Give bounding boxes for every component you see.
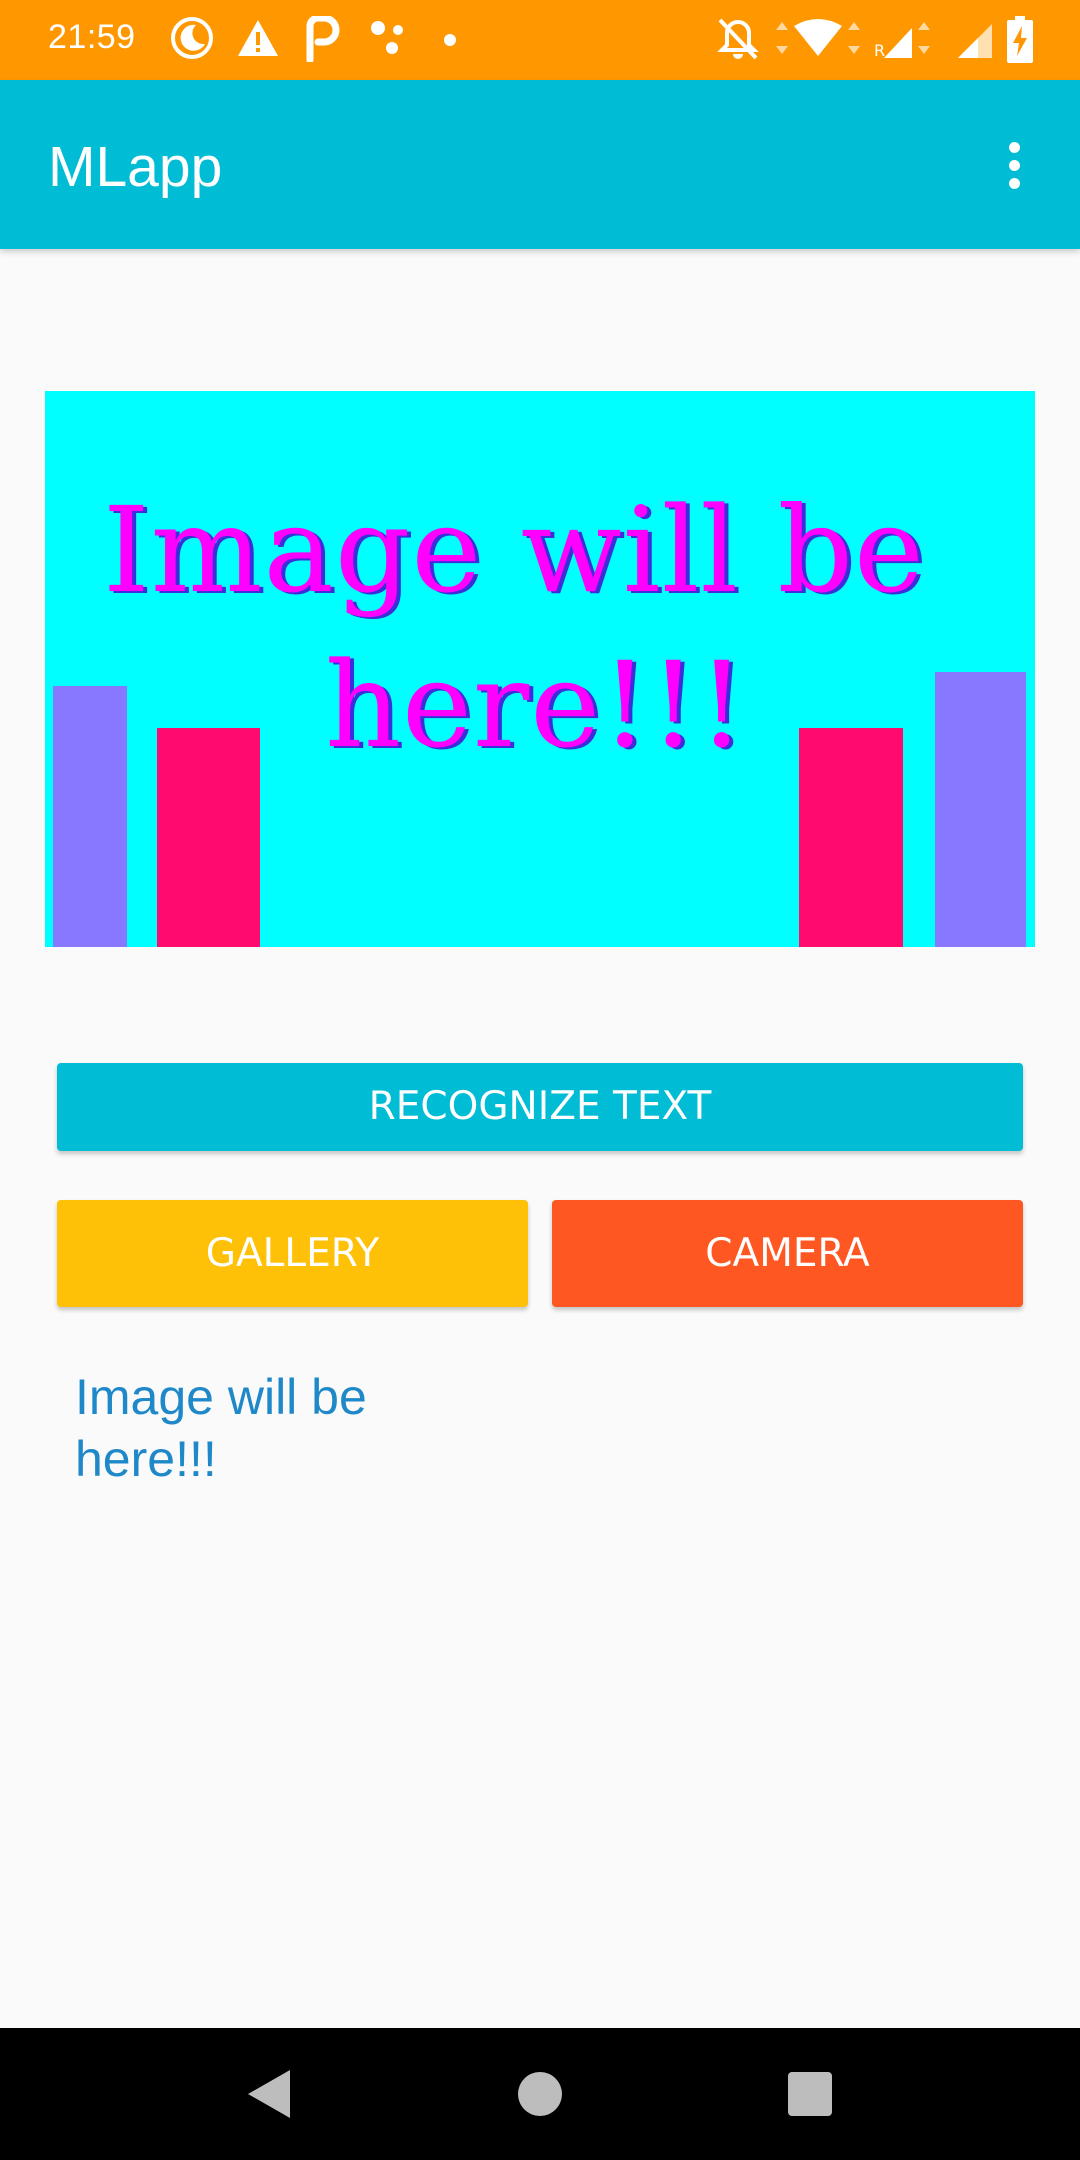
result-text: Image will be here!!! — [75, 1369, 367, 1487]
navigation-bar — [0, 2028, 1080, 2160]
gallery-button[interactable]: GALLERY — [57, 1200, 528, 1307]
dot-icon — [444, 34, 456, 46]
app-title: MLapp — [48, 135, 223, 199]
status-bar: 21:59 R — [0, 0, 1080, 80]
status-time: 21:59 — [48, 18, 136, 56]
preview-text-line2: here!!! — [325, 636, 747, 774]
preview-bar — [157, 728, 260, 947]
image-preview: Image will be here!!! — [45, 391, 1035, 947]
home-icon[interactable] — [510, 2064, 570, 2124]
bell-off-icon — [717, 18, 759, 60]
svg-text:R: R — [874, 41, 885, 60]
battery-charging-icon — [1007, 16, 1033, 63]
warning-icon — [238, 20, 278, 56]
back-icon[interactable] — [240, 2064, 300, 2124]
preview-text-line1: Image will be — [103, 481, 925, 619]
more-vert-icon[interactable] — [990, 130, 1038, 200]
parking-icon — [306, 16, 340, 62]
dots-icon — [371, 21, 403, 54]
preview-bar — [53, 686, 127, 947]
app-bar: MLapp — [0, 80, 1080, 249]
signal-icon — [958, 24, 992, 58]
moon-icon — [171, 17, 213, 59]
preview-bar — [935, 672, 1026, 947]
wifi-icon — [776, 19, 860, 56]
recents-icon[interactable] — [780, 2064, 840, 2124]
signal-roaming-icon: R — [874, 22, 930, 60]
preview-bar — [799, 728, 903, 947]
camera-button[interactable]: CAMERA — [552, 1200, 1023, 1307]
recognize-text-button[interactable]: RECOGNIZE TEXT — [57, 1063, 1023, 1151]
